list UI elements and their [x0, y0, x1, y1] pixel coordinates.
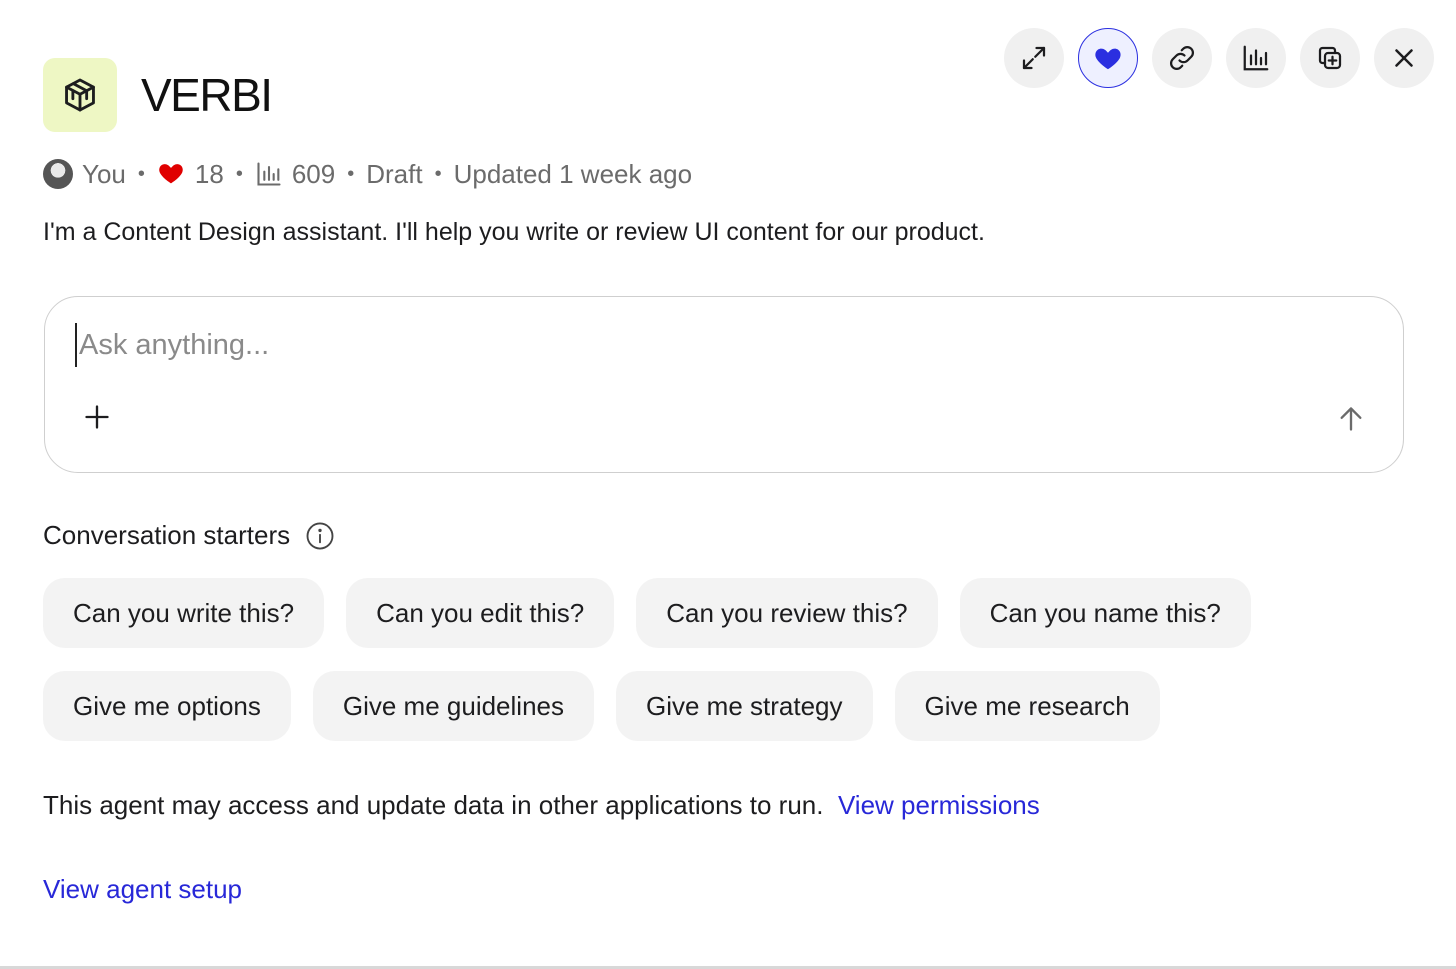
plus-icon[interactable] [83, 403, 111, 431]
starter-chip[interactable]: Give me research [894, 671, 1160, 741]
starters-row-2: Give me options Give me guidelines Give … [43, 671, 1160, 741]
owner-avatar [43, 159, 73, 189]
starter-chip[interactable]: Give me guidelines [312, 671, 594, 741]
heart-icon [1095, 48, 1121, 70]
separator: • [434, 162, 442, 185]
starter-chip[interactable]: Give me options [43, 671, 291, 741]
likes-count: 18 [194, 158, 224, 189]
expand-icon [1022, 46, 1046, 70]
info-icon[interactable] [305, 521, 335, 551]
starter-chip[interactable]: Can you name this? [959, 578, 1251, 648]
updated-label: Updated 1 week ago [453, 158, 693, 189]
send-arrow-icon[interactable] [1337, 405, 1365, 433]
duplicate-icon [1318, 46, 1342, 70]
agent-description: I'm a Content Design assistant. I'll hel… [43, 218, 985, 246]
agent-name: VERBI [141, 69, 273, 121]
starter-chip[interactable]: Give me strategy [616, 671, 873, 741]
duplicate-button[interactable] [1300, 28, 1360, 88]
permissions-notice: This agent may access and update data in… [43, 790, 1040, 821]
close-icon [1395, 49, 1413, 67]
expand-button[interactable] [1004, 28, 1064, 88]
bar-chart-icon [1243, 45, 1269, 71]
starter-chip[interactable]: Can you write this? [43, 578, 325, 648]
agent-meta: You • 18 • 609 • Draft • Updated 1 week … [43, 156, 692, 192]
agent-avatar [43, 58, 117, 132]
agent-panel: VERBI You • 18 • 609 • Draft • Updated 1… [0, 0, 1456, 969]
separator: • [347, 162, 355, 185]
starters-title: Conversation starters [43, 520, 291, 550]
bar-chart-icon [257, 162, 281, 186]
analytics-button[interactable] [1226, 28, 1286, 88]
copy-link-button[interactable] [1152, 28, 1212, 88]
separator: • [137, 162, 145, 185]
starter-chip[interactable]: Can you review this? [636, 578, 938, 648]
view-agent-setup-link[interactable]: View agent setup [43, 874, 242, 905]
agent-header: VERBI [43, 58, 273, 132]
view-permissions-link[interactable]: View permissions [838, 790, 1040, 820]
starters-row-1: Can you write this? Can you edit this? C… [43, 578, 1251, 648]
cube-icon [65, 78, 95, 112]
views-count: 609 [291, 158, 336, 189]
owner-name: You [82, 158, 126, 189]
chat-input[interactable] [75, 323, 1275, 367]
favorite-button[interactable] [1078, 28, 1138, 88]
status-label: Draft [366, 158, 423, 189]
link-icon [1169, 45, 1195, 71]
separator: • [235, 162, 243, 185]
starter-chip[interactable]: Can you edit this? [346, 578, 615, 648]
starters-heading: Conversation starters [43, 520, 335, 551]
heart-icon [159, 164, 183, 184]
permissions-text: This agent may access and update data in… [43, 790, 824, 820]
close-button[interactable] [1374, 28, 1434, 88]
chat-composer [44, 296, 1404, 473]
toolbar [1004, 28, 1434, 88]
